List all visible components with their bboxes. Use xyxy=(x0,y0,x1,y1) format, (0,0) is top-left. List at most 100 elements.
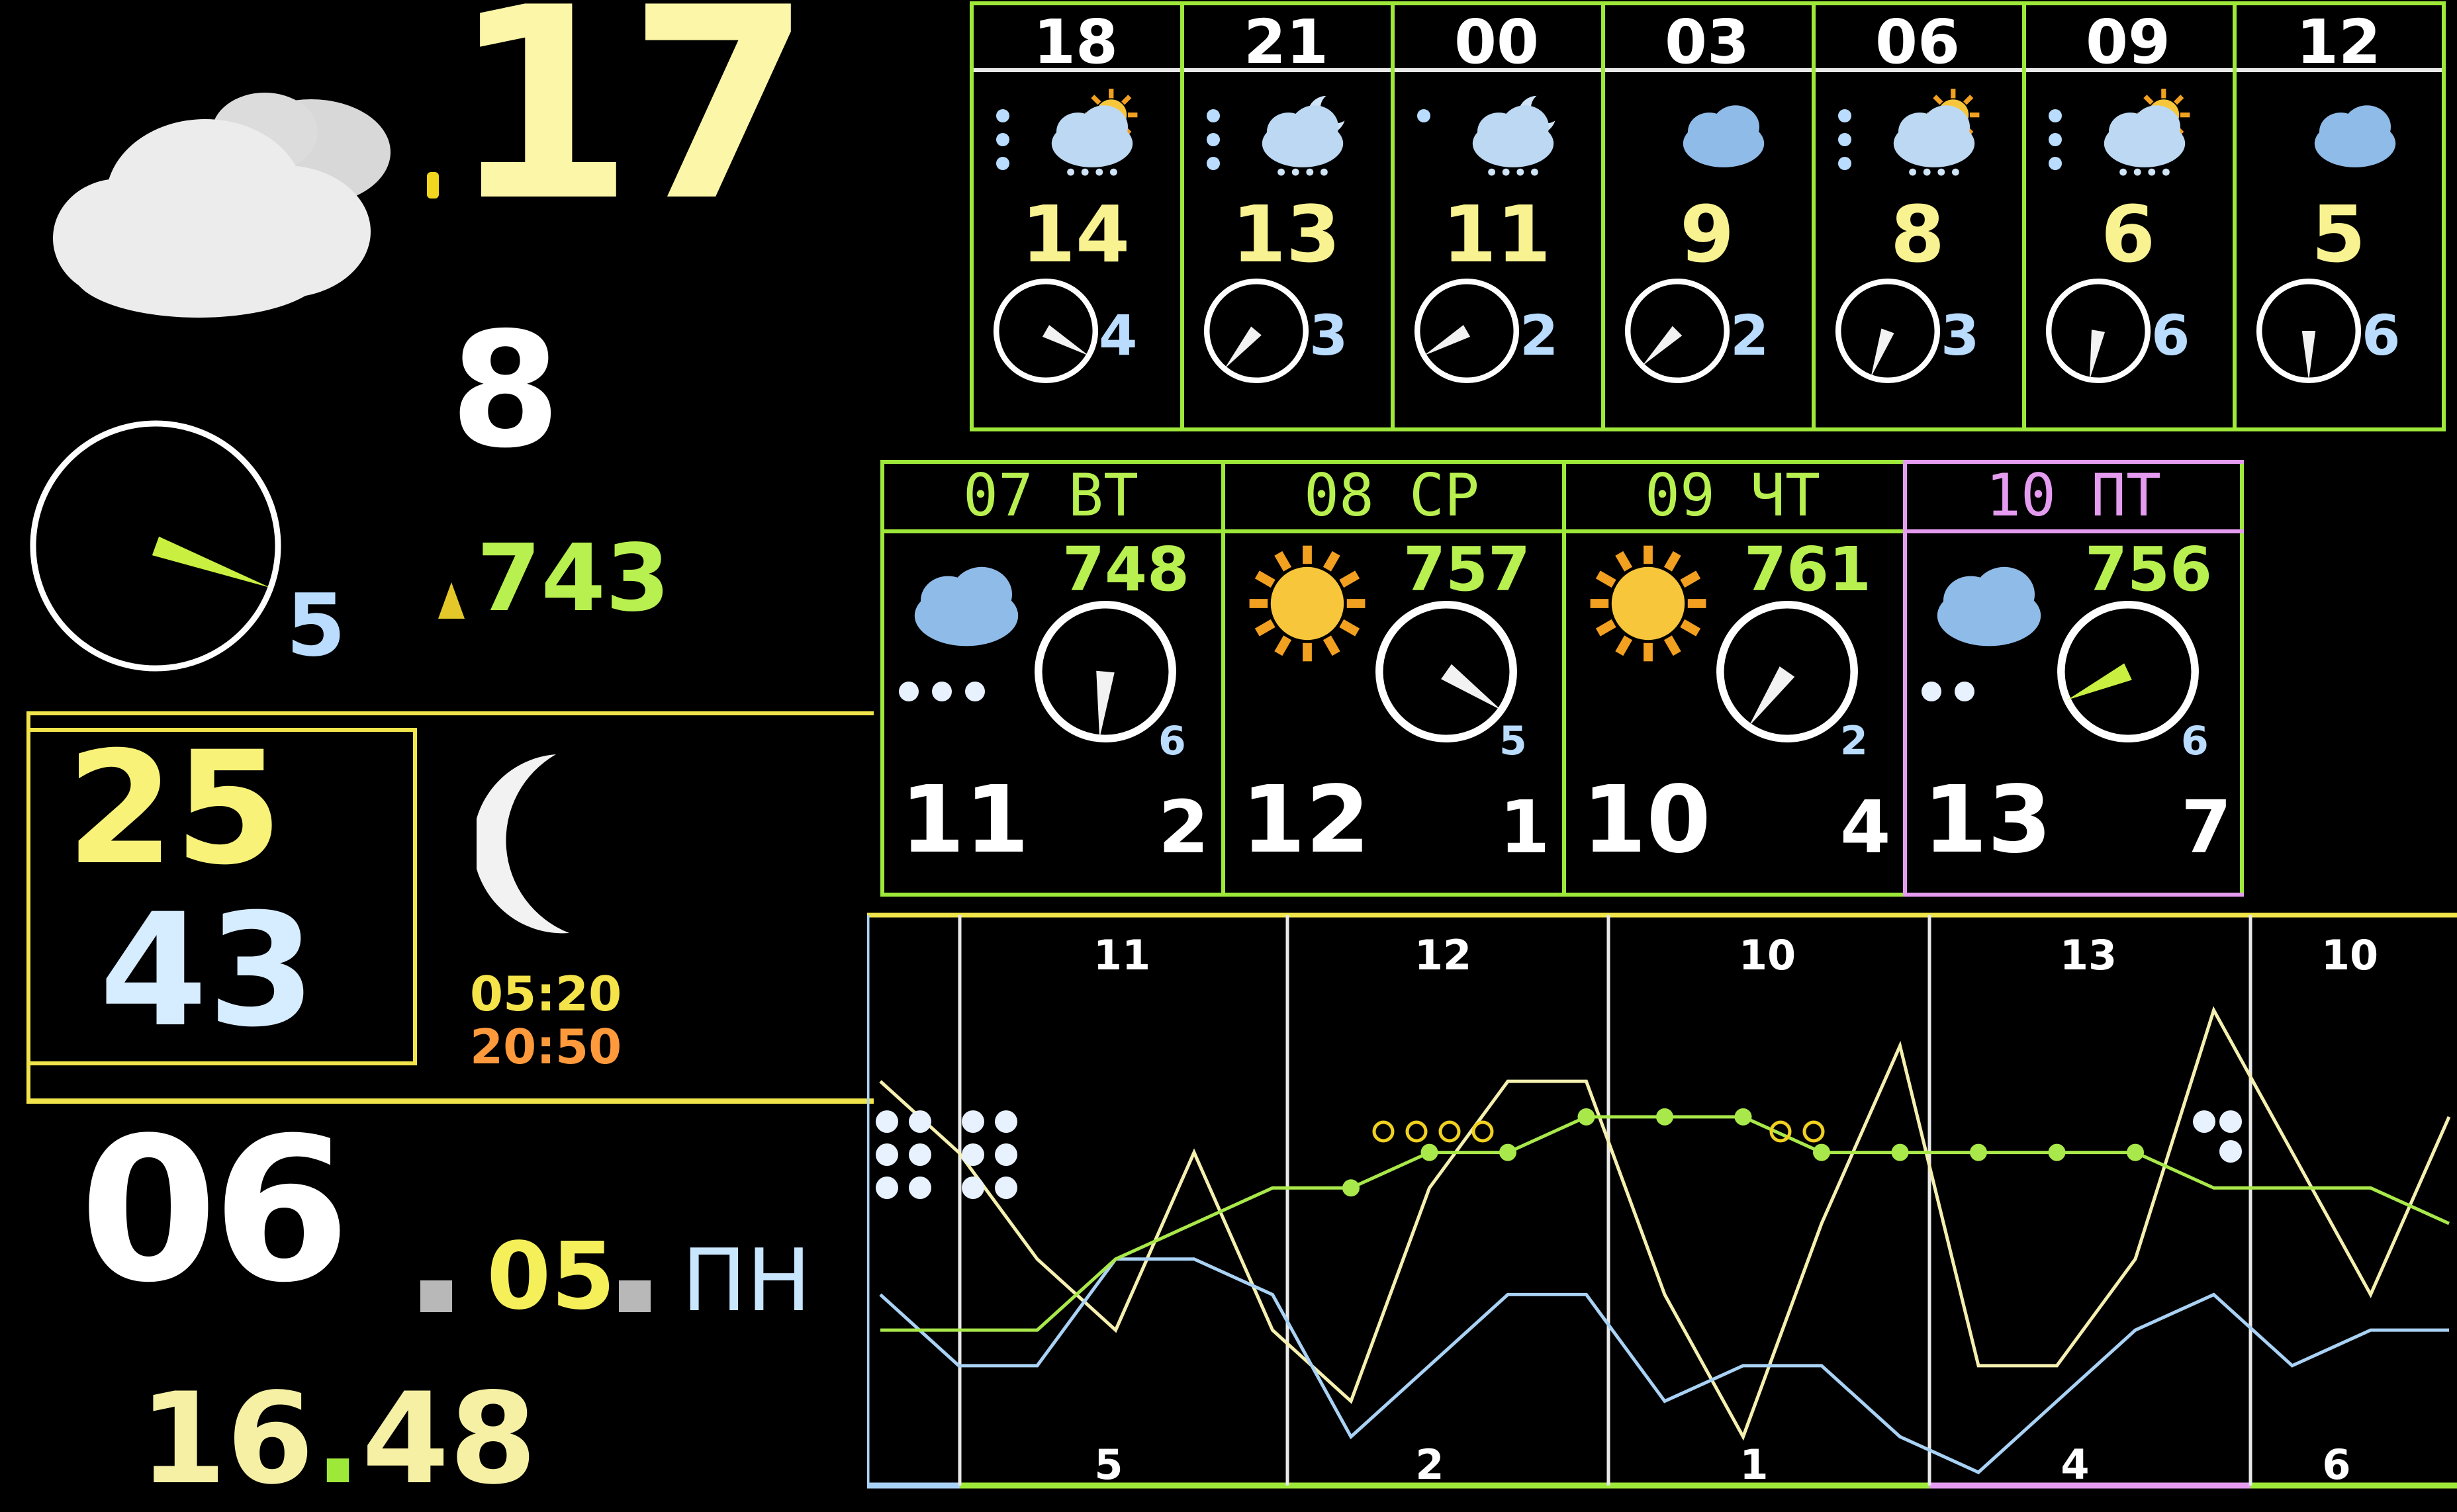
precip-dot xyxy=(2049,157,2062,170)
daily-day: 09 xyxy=(1645,461,1715,529)
precip-dot xyxy=(1417,109,1430,122)
hourly-temperature: 9 xyxy=(1679,189,1735,280)
daily-header-divider xyxy=(880,529,1221,533)
daily-column-divider xyxy=(1562,460,1566,897)
chart-top-label: 12 xyxy=(1414,931,1471,979)
daily-header: 10 ПТ xyxy=(1903,467,2244,525)
date-weekday: ПН xyxy=(682,1230,811,1331)
moon-crescent-icon xyxy=(473,748,609,940)
daily-day: 10 xyxy=(1986,461,2056,529)
chart-data-point xyxy=(1813,1143,1830,1161)
precip-dot xyxy=(932,682,952,701)
sunset-time: 20:50 xyxy=(470,1019,622,1075)
sun-cloud-rain-icon xyxy=(2085,86,2204,182)
hourly-wind-speed: 6 xyxy=(2362,303,2401,368)
daily-pressure: 756 xyxy=(2085,534,2213,605)
cloud-icon xyxy=(1913,543,2065,664)
daily-header: 08 СР xyxy=(1221,467,1562,525)
chart-precip-dot xyxy=(909,1177,931,1199)
hourly-hour: 03 xyxy=(1664,7,1750,77)
hourly-hour: 18 xyxy=(1033,7,1119,77)
sun-icon xyxy=(1231,543,1383,664)
chart-precip-dot xyxy=(995,1143,1017,1166)
daily-temp-min: 2 xyxy=(1158,785,1209,869)
daily-weekday: СР xyxy=(1409,461,1479,529)
hourly-column-divider xyxy=(2022,1,2026,431)
daily-pressure: 761 xyxy=(1744,534,1872,605)
precip-dot xyxy=(965,682,985,701)
clock-minutes: 48 xyxy=(361,1366,537,1512)
hourly-column-divider xyxy=(2233,1,2237,431)
daily-wind-speed: 6 xyxy=(2181,718,2209,764)
hourly-column-divider xyxy=(1601,1,1605,431)
chart-precip-dot xyxy=(962,1110,984,1133)
current-pressure: 743 xyxy=(477,525,671,633)
chart-precip-dot xyxy=(962,1177,984,1199)
current-weather-icon xyxy=(46,79,417,324)
daily-wind-speed: 6 xyxy=(1158,718,1186,764)
precip-dot xyxy=(1207,133,1220,146)
hourly-column-divider xyxy=(1180,1,1184,431)
humidity-value-2: 43 xyxy=(99,881,316,1061)
daily-day: 07 xyxy=(963,461,1033,529)
daily-wind-speed: 5 xyxy=(1499,718,1527,764)
hourly-hour: 12 xyxy=(2295,7,2382,77)
chart-precip-ring xyxy=(1405,1120,1428,1143)
hourly-hour: 21 xyxy=(1243,7,1329,77)
precip-dot xyxy=(996,157,1009,170)
chart-data-point xyxy=(1420,1143,1438,1161)
clock-hours: 16 xyxy=(139,1366,314,1512)
sun-cloud-rain-icon xyxy=(1033,86,1152,182)
chart-precip-dot xyxy=(2219,1140,2242,1163)
hourly-temperature: 6 xyxy=(2100,189,2156,280)
chart-top-label: 11 xyxy=(1093,931,1150,979)
cloud-icon xyxy=(2295,86,2415,182)
hourly-wind-speed: 3 xyxy=(1941,303,1980,368)
chart-precip-dot xyxy=(909,1110,931,1133)
hourly-temperature: 13 xyxy=(1231,189,1341,280)
precip-dot xyxy=(1838,157,1851,170)
hourly-hour: 00 xyxy=(1454,7,1540,77)
sun-cloud-rain-icon xyxy=(1875,86,1994,182)
current-wind-speed: 8 xyxy=(450,298,561,483)
chart-precip-dot xyxy=(2193,1110,2215,1133)
chart-data-point xyxy=(1891,1143,1909,1161)
daily-wind-speed: 2 xyxy=(1840,718,1868,764)
chart-precip-dot xyxy=(876,1143,898,1166)
date-separator-square xyxy=(420,1280,452,1312)
current-wind-scale: 5 xyxy=(286,575,346,676)
precip-dot xyxy=(996,109,1009,122)
chart-precip-ring xyxy=(1802,1120,1825,1143)
daily-temp-min: 4 xyxy=(1840,785,1891,869)
precip-dot xyxy=(899,682,919,701)
chart-precip-dot xyxy=(995,1177,1017,1199)
hourly-wind-compass xyxy=(2252,275,2365,387)
humidity-value-1: 25 xyxy=(66,719,283,899)
precip-dot xyxy=(1922,682,1941,701)
chart-bottom-label: 1 xyxy=(1739,1441,1768,1489)
clock-separator: . xyxy=(314,1366,362,1512)
daily-weekday: ЧТ xyxy=(1749,461,1820,529)
chart-bottom-label: 2 xyxy=(1415,1441,1444,1489)
hourly-wind-compass xyxy=(990,275,1102,387)
hourly-hour: 09 xyxy=(2085,7,2171,77)
chart-precip-ring xyxy=(1372,1120,1395,1143)
precip-dot xyxy=(2049,133,2062,146)
hourly-temperature: 11 xyxy=(1442,189,1552,280)
hourly-wind-speed: 3 xyxy=(1309,303,1348,368)
clock: 16.48 xyxy=(139,1376,537,1502)
chart-series-line xyxy=(880,1115,2450,1332)
daily-pressure: 748 xyxy=(1062,534,1190,605)
chart-precip-ring xyxy=(1438,1120,1461,1143)
chart-precip-dot xyxy=(2219,1110,2242,1133)
temperature-sign-dot xyxy=(427,172,439,199)
chart-top-label: 13 xyxy=(2060,931,2117,979)
chart-data-point xyxy=(1499,1143,1516,1161)
daily-temp-min: 7 xyxy=(2181,785,2232,869)
trend-chart: 11 12 10 13 10 5 2 1 4 6 xyxy=(866,903,2457,1508)
daily-column-divider xyxy=(1221,460,1225,897)
moon-cloud-rain-icon xyxy=(1454,86,1573,182)
hourly-wind-speed: 6 xyxy=(2151,303,2190,368)
chart-data-point xyxy=(1342,1179,1360,1197)
date-separator-square xyxy=(619,1280,651,1312)
